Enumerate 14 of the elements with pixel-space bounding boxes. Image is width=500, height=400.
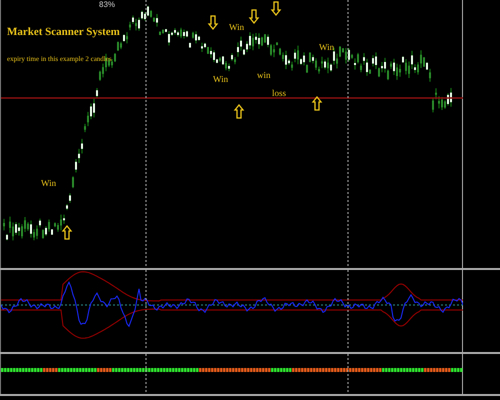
arrow-down-icon	[270, 1, 282, 16]
trade-label: Win	[213, 74, 228, 84]
chart-title: Market Scanner System	[7, 26, 120, 38]
trade-label: Win	[41, 178, 56, 188]
arrow-down-icon	[248, 9, 260, 24]
trade-label: win	[257, 70, 270, 80]
trade-label: Win	[229, 22, 244, 32]
arrow-up-icon	[312, 96, 322, 111]
trade-label: loss	[272, 88, 286, 98]
zoom-level: 83%	[99, 0, 116, 9]
arrow-up-icon	[234, 104, 244, 119]
arrow-down-icon	[208, 15, 218, 30]
arrow-up-icon	[62, 224, 72, 240]
trade-label: Win	[319, 42, 334, 52]
